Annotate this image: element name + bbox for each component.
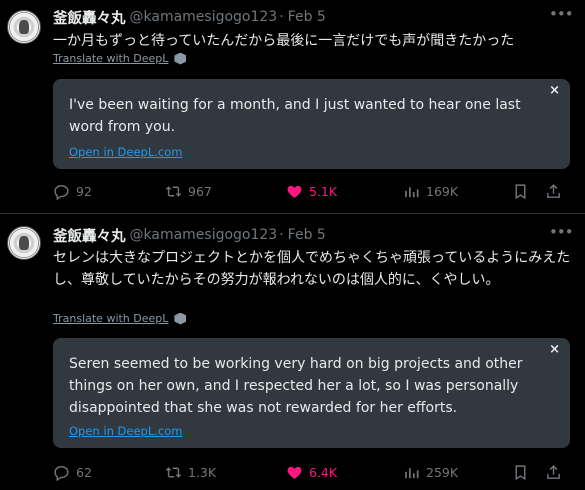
tweet[interactable]: 釜飯轟々丸 @kamamesigogo123 · Feb 5 ••• セレンは大…	[0, 214, 585, 490]
tweet-header: 釜飯轟々丸 @kamamesigogo123 · Feb 5	[53, 225, 326, 245]
bookmark-button[interactable]	[512, 462, 535, 482]
translation-text: Seren seemed to be working very hard on …	[69, 356, 523, 416]
tweet[interactable]: 釜飯轟々丸 @kamamesigogo123 · Feb 5 ••• 一か月もず…	[0, 0, 585, 214]
views-icon	[405, 467, 419, 478]
user-handle[interactable]: @kamamesigogo123	[130, 9, 278, 25]
heart-icon	[287, 466, 302, 479]
views-button[interactable]: 259K	[403, 462, 458, 482]
user-handle[interactable]: @kamamesigogo123	[130, 227, 278, 243]
retweet-button[interactable]: 1.3K	[165, 462, 216, 482]
reply-count: 92	[76, 183, 92, 199]
views-count: 169K	[426, 183, 459, 199]
like-button[interactable]: 6.4K	[286, 462, 337, 482]
more-icon[interactable]: •••	[549, 7, 574, 27]
avatar[interactable]	[7, 226, 41, 260]
share-icon	[547, 464, 560, 479]
like-button[interactable]: 5.1K	[286, 181, 337, 201]
like-count: 6.4K	[309, 464, 338, 480]
bookmark-button[interactable]	[512, 181, 535, 201]
translation-text: I've been waiting for a month, and I jus…	[69, 97, 521, 135]
tweet-text: セレンは大きなプロジェクトとかを個人でめちゃくちゃ頑張っているようにみえたし、尊…	[53, 250, 571, 288]
heart-icon	[287, 185, 302, 198]
more-icon[interactable]: •••	[549, 225, 574, 245]
close-icon[interactable]: ×	[549, 83, 560, 98]
display-name[interactable]: 釜飯轟々丸	[53, 225, 126, 246]
bookmark-icon	[515, 183, 526, 199]
like-count: 5.1K	[309, 183, 338, 199]
tweet-date[interactable]: Feb 5	[288, 9, 326, 25]
reply-button[interactable]: 62	[53, 462, 92, 482]
views-icon	[405, 186, 419, 197]
share-button[interactable]	[545, 462, 568, 482]
retweet-count: 967	[188, 183, 212, 199]
share-icon	[547, 183, 560, 198]
open-in-deepl-link[interactable]: Open in DeepL.com	[69, 145, 182, 159]
open-in-deepl-link[interactable]: Open in DeepL.com	[69, 424, 182, 438]
action-bar: 92 967 5.1K 169K	[53, 181, 573, 201]
deepl-icon	[174, 312, 187, 325]
reply-count: 62	[76, 464, 92, 480]
action-bar: 62 1.3K 6.4K 259K	[53, 462, 573, 482]
reply-button[interactable]: 92	[53, 181, 92, 201]
display-name[interactable]: 釜飯轟々丸	[53, 7, 126, 28]
tweet-header: 釜飯轟々丸 @kamamesigogo123 · Feb 5	[53, 7, 326, 27]
close-icon[interactable]: ×	[549, 342, 560, 357]
views-count: 259K	[426, 464, 459, 480]
retweet-button[interactable]: 967	[165, 181, 212, 201]
bookmark-icon	[515, 464, 526, 480]
retweet-icon	[165, 466, 182, 478]
separator: ·	[279, 227, 284, 243]
retweet-count: 1.3K	[188, 464, 217, 480]
translate-label[interactable]: Translate with DeepL	[53, 52, 168, 65]
share-button[interactable]	[545, 181, 568, 201]
views-button[interactable]: 169K	[403, 181, 458, 201]
translate-label[interactable]: Translate with DeepL	[53, 312, 168, 325]
separator: ·	[279, 9, 284, 25]
translation-box: I've been waiting for a month, and I jus…	[53, 79, 570, 169]
avatar[interactable]	[7, 10, 41, 44]
translation-box: Seren seemed to be working very hard on …	[53, 338, 570, 448]
retweet-icon	[165, 185, 182, 197]
tweet-text: 一か月もずっと待っていたんだから最後に一言だけでも声が聞きたかった	[53, 33, 515, 49]
deepl-icon	[174, 52, 187, 65]
reply-icon	[54, 184, 69, 200]
translate-link[interactable]: Translate with DeepL	[53, 52, 187, 65]
reply-icon	[54, 465, 69, 481]
tweet-date[interactable]: Feb 5	[288, 227, 326, 243]
translate-link[interactable]: Translate with DeepL	[53, 312, 187, 325]
